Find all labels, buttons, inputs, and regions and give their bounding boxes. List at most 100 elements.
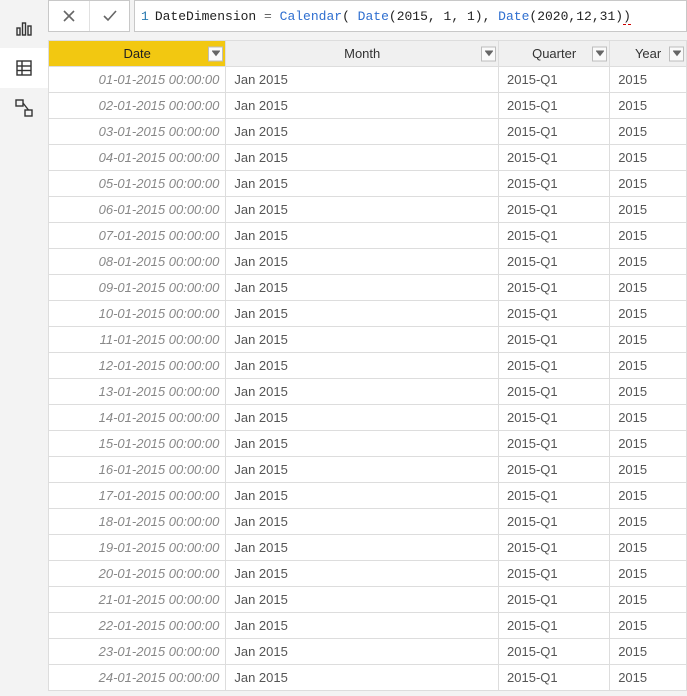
cell-date[interactable]: 08-01-2015 00:00:00 — [49, 249, 226, 275]
cell-year[interactable]: 2015 — [610, 639, 687, 665]
table-row[interactable]: 18-01-2015 00:00:00Jan 20152015-Q12015 — [49, 509, 687, 535]
table-row[interactable]: 23-01-2015 00:00:00Jan 20152015-Q12015 — [49, 639, 687, 665]
column-filter-button[interactable] — [669, 46, 684, 61]
cell-year[interactable]: 2015 — [610, 197, 687, 223]
column-filter-button[interactable] — [481, 46, 496, 61]
table-row[interactable]: 21-01-2015 00:00:00Jan 20152015-Q12015 — [49, 587, 687, 613]
cell-quarter[interactable]: 2015-Q1 — [499, 249, 610, 275]
cell-date[interactable]: 14-01-2015 00:00:00 — [49, 405, 226, 431]
cell-year[interactable]: 2015 — [610, 561, 687, 587]
cell-month[interactable]: Jan 2015 — [226, 249, 499, 275]
cell-quarter[interactable]: 2015-Q1 — [499, 197, 610, 223]
cell-quarter[interactable]: 2015-Q1 — [499, 561, 610, 587]
cell-month[interactable]: Jan 2015 — [226, 587, 499, 613]
cell-quarter[interactable]: 2015-Q1 — [499, 327, 610, 353]
cell-quarter[interactable]: 2015-Q1 — [499, 535, 610, 561]
cell-quarter[interactable]: 2015-Q1 — [499, 457, 610, 483]
cell-month[interactable]: Jan 2015 — [226, 405, 499, 431]
table-row[interactable]: 17-01-2015 00:00:00Jan 20152015-Q12015 — [49, 483, 687, 509]
cell-month[interactable]: Jan 2015 — [226, 171, 499, 197]
table-row[interactable]: 15-01-2015 00:00:00Jan 20152015-Q12015 — [49, 431, 687, 457]
cell-month[interactable]: Jan 2015 — [226, 145, 499, 171]
table-row[interactable]: 01-01-2015 00:00:00Jan 20152015-Q12015 — [49, 67, 687, 93]
table-row[interactable]: 10-01-2015 00:00:00Jan 20152015-Q12015 — [49, 301, 687, 327]
cell-year[interactable]: 2015 — [610, 353, 687, 379]
model-view-button[interactable] — [0, 88, 48, 128]
cell-month[interactable]: Jan 2015 — [226, 119, 499, 145]
cell-month[interactable]: Jan 2015 — [226, 301, 499, 327]
table-row[interactable]: 02-01-2015 00:00:00Jan 20152015-Q12015 — [49, 93, 687, 119]
cell-date[interactable]: 03-01-2015 00:00:00 — [49, 119, 226, 145]
cell-month[interactable]: Jan 2015 — [226, 561, 499, 587]
cell-month[interactable]: Jan 2015 — [226, 613, 499, 639]
cell-quarter[interactable]: 2015-Q1 — [499, 431, 610, 457]
cell-quarter[interactable]: 2015-Q1 — [499, 509, 610, 535]
table-row[interactable]: 03-01-2015 00:00:00Jan 20152015-Q12015 — [49, 119, 687, 145]
cell-year[interactable]: 2015 — [610, 327, 687, 353]
cell-year[interactable]: 2015 — [610, 613, 687, 639]
cell-year[interactable]: 2015 — [610, 223, 687, 249]
table-row[interactable]: 11-01-2015 00:00:00Jan 20152015-Q12015 — [49, 327, 687, 353]
formula-bar[interactable]: 1 DateDimension = Calendar( Date(2015, 1… — [134, 0, 687, 32]
column-header-month[interactable]: Month — [226, 41, 499, 67]
cell-date[interactable]: 13-01-2015 00:00:00 — [49, 379, 226, 405]
column-header-year[interactable]: Year — [610, 41, 687, 67]
cell-year[interactable]: 2015 — [610, 145, 687, 171]
cell-month[interactable]: Jan 2015 — [226, 275, 499, 301]
cell-year[interactable]: 2015 — [610, 275, 687, 301]
cell-year[interactable]: 2015 — [610, 535, 687, 561]
table-row[interactable]: 08-01-2015 00:00:00Jan 20152015-Q12015 — [49, 249, 687, 275]
table-row[interactable]: 16-01-2015 00:00:00Jan 20152015-Q12015 — [49, 457, 687, 483]
cell-month[interactable]: Jan 2015 — [226, 67, 499, 93]
cell-month[interactable]: Jan 2015 — [226, 509, 499, 535]
cell-date[interactable]: 11-01-2015 00:00:00 — [49, 327, 226, 353]
cell-quarter[interactable]: 2015-Q1 — [499, 483, 610, 509]
table-row[interactable]: 20-01-2015 00:00:00Jan 20152015-Q12015 — [49, 561, 687, 587]
cell-quarter[interactable]: 2015-Q1 — [499, 587, 610, 613]
cell-year[interactable]: 2015 — [610, 67, 687, 93]
table-row[interactable]: 06-01-2015 00:00:00Jan 20152015-Q12015 — [49, 197, 687, 223]
cell-year[interactable]: 2015 — [610, 483, 687, 509]
cell-month[interactable]: Jan 2015 — [226, 353, 499, 379]
cell-date[interactable]: 06-01-2015 00:00:00 — [49, 197, 226, 223]
cell-date[interactable]: 05-01-2015 00:00:00 — [49, 171, 226, 197]
cell-quarter[interactable]: 2015-Q1 — [499, 145, 610, 171]
column-header-date[interactable]: Date — [49, 41, 226, 67]
cell-date[interactable]: 18-01-2015 00:00:00 — [49, 509, 226, 535]
cell-month[interactable]: Jan 2015 — [226, 535, 499, 561]
cell-date[interactable]: 23-01-2015 00:00:00 — [49, 639, 226, 665]
cell-date[interactable]: 07-01-2015 00:00:00 — [49, 223, 226, 249]
cell-month[interactable]: Jan 2015 — [226, 93, 499, 119]
table-row[interactable]: 07-01-2015 00:00:00Jan 20152015-Q12015 — [49, 223, 687, 249]
cell-year[interactable]: 2015 — [610, 301, 687, 327]
cell-date[interactable]: 24-01-2015 00:00:00 — [49, 665, 226, 691]
cell-month[interactable]: Jan 2015 — [226, 197, 499, 223]
cell-date[interactable]: 19-01-2015 00:00:00 — [49, 535, 226, 561]
cell-month[interactable]: Jan 2015 — [226, 665, 499, 691]
cell-date[interactable]: 20-01-2015 00:00:00 — [49, 561, 226, 587]
cell-month[interactable]: Jan 2015 — [226, 431, 499, 457]
cell-quarter[interactable]: 2015-Q1 — [499, 223, 610, 249]
cell-date[interactable]: 16-01-2015 00:00:00 — [49, 457, 226, 483]
cell-year[interactable]: 2015 — [610, 431, 687, 457]
cell-year[interactable]: 2015 — [610, 457, 687, 483]
cell-month[interactable]: Jan 2015 — [226, 639, 499, 665]
cell-quarter[interactable]: 2015-Q1 — [499, 405, 610, 431]
cell-quarter[interactable]: 2015-Q1 — [499, 275, 610, 301]
cell-quarter[interactable]: 2015-Q1 — [499, 93, 610, 119]
cell-quarter[interactable]: 2015-Q1 — [499, 171, 610, 197]
cell-quarter[interactable]: 2015-Q1 — [499, 379, 610, 405]
cell-date[interactable]: 15-01-2015 00:00:00 — [49, 431, 226, 457]
cell-month[interactable]: Jan 2015 — [226, 327, 499, 353]
cell-date[interactable]: 10-01-2015 00:00:00 — [49, 301, 226, 327]
cell-month[interactable]: Jan 2015 — [226, 483, 499, 509]
cell-year[interactable]: 2015 — [610, 119, 687, 145]
cell-year[interactable]: 2015 — [610, 509, 687, 535]
cell-quarter[interactable]: 2015-Q1 — [499, 639, 610, 665]
cell-date[interactable]: 01-01-2015 00:00:00 — [49, 67, 226, 93]
column-header-quarter[interactable]: Quarter — [499, 41, 610, 67]
cell-month[interactable]: Jan 2015 — [226, 223, 499, 249]
cell-year[interactable]: 2015 — [610, 665, 687, 691]
cell-quarter[interactable]: 2015-Q1 — [499, 301, 610, 327]
cell-date[interactable]: 02-01-2015 00:00:00 — [49, 93, 226, 119]
